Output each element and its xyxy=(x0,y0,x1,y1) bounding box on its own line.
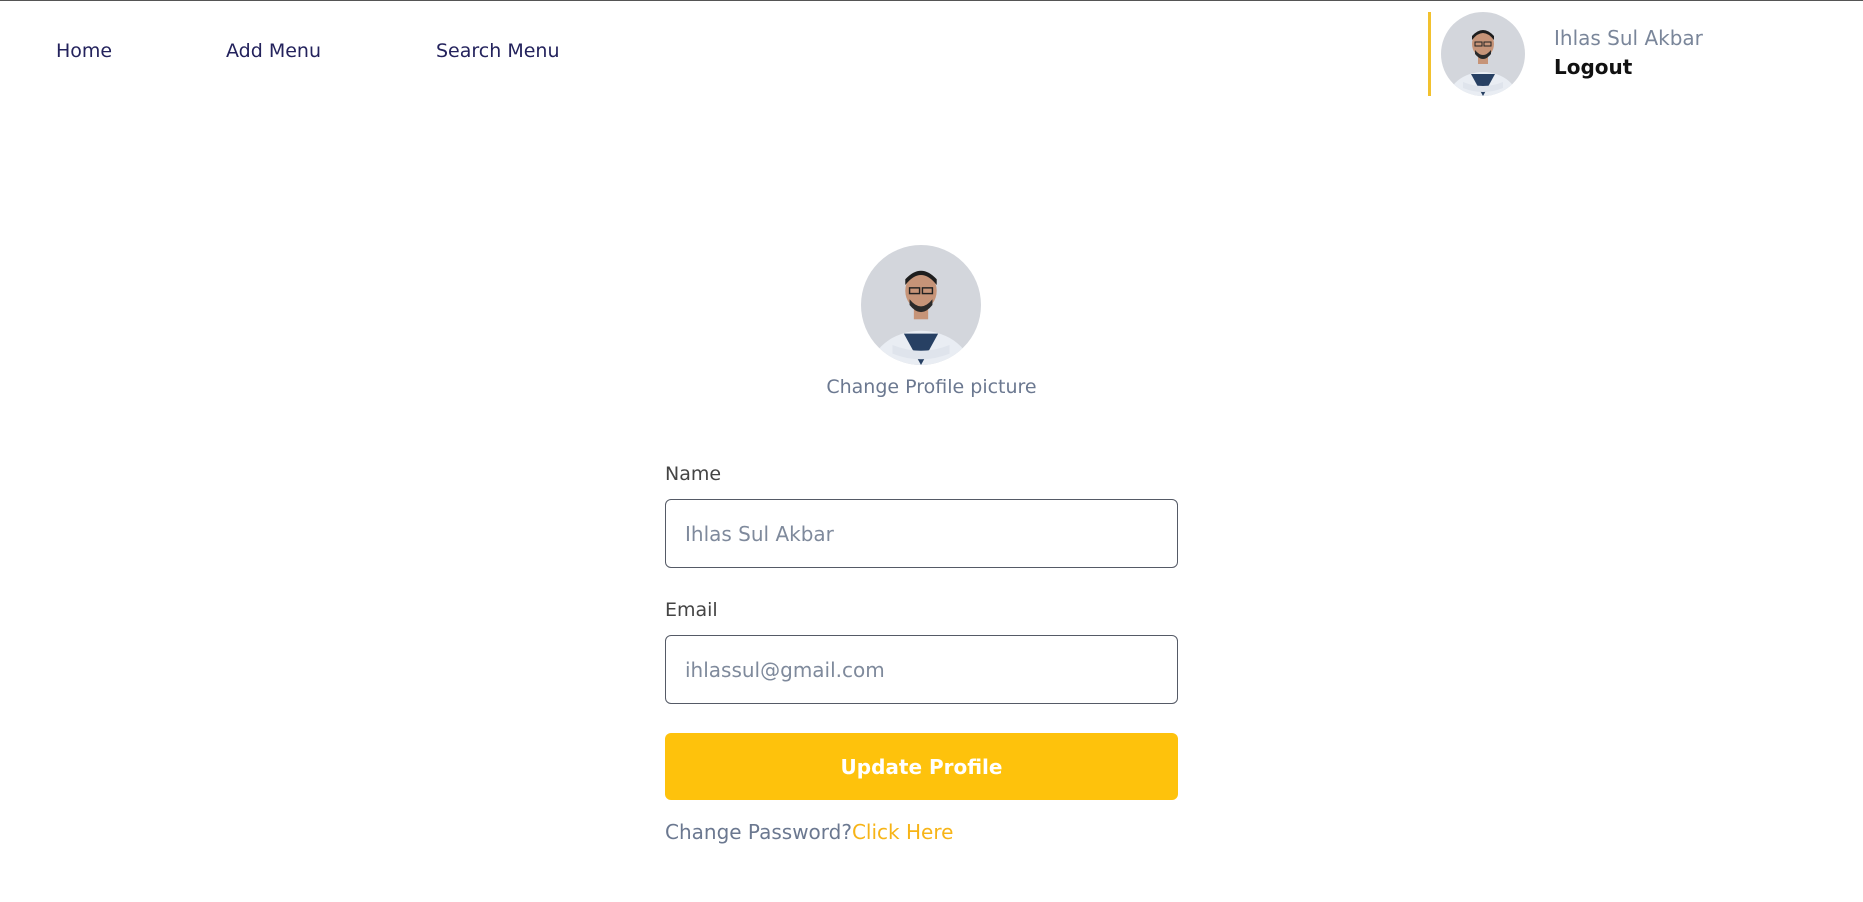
change-password-link[interactable]: Click Here xyxy=(852,820,953,844)
email-label: Email xyxy=(665,599,718,621)
update-profile-button[interactable]: Update Profile xyxy=(665,733,1178,800)
user-panel: Ihlas Sul Akbar Logout xyxy=(1428,12,1728,96)
change-password-row: Change Password?Click Here xyxy=(665,820,953,844)
name-label: Name xyxy=(665,463,722,485)
nav-add-menu-link[interactable]: Add Menu xyxy=(226,40,321,62)
top-border xyxy=(0,0,1863,1)
nav-home-link[interactable]: Home xyxy=(56,40,112,62)
email-field[interactable] xyxy=(665,635,1178,704)
avatar-image xyxy=(1441,12,1525,96)
change-profile-picture-link[interactable]: Change Profile picture xyxy=(0,376,1863,398)
change-password-text: Change Password? xyxy=(665,820,852,844)
nav-search-menu-link[interactable]: Search Menu xyxy=(436,40,559,62)
avatar[interactable] xyxy=(1441,12,1525,96)
name-field[interactable] xyxy=(665,499,1178,568)
profile-picture[interactable] xyxy=(861,245,981,365)
profile-picture-image xyxy=(861,245,981,365)
user-name: Ihlas Sul Akbar xyxy=(1554,26,1703,50)
logout-link[interactable]: Logout xyxy=(1554,55,1632,79)
user-panel-divider xyxy=(1428,12,1431,96)
